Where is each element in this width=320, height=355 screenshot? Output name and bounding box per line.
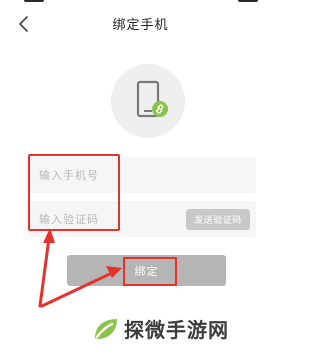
watermark-text: 探微手游网	[124, 318, 229, 342]
leaf-logo-icon	[95, 319, 117, 339]
annotation-arrows	[38, 228, 122, 308]
arrow-head-up-icon	[43, 228, 55, 243]
watermark: 探微手游网	[92, 314, 277, 344]
